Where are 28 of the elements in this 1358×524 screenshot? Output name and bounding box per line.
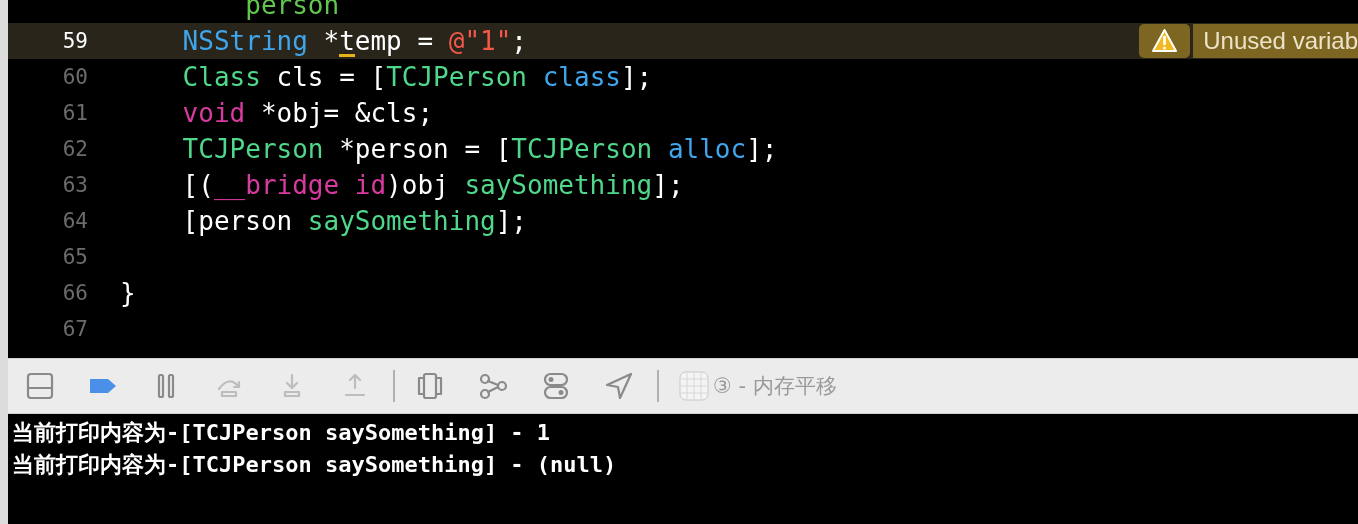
code-line: [(__bridge id)obj saySomething]; xyxy=(181,169,684,202)
warning-icon xyxy=(1139,24,1191,58)
console-line: 当前打印内容为-[TCJPerson saySomething] - 1 xyxy=(12,419,551,447)
warning-message: Unused variab xyxy=(1193,24,1358,58)
code-line: } xyxy=(120,277,136,310)
process-label: ③ - 内存平移 xyxy=(713,373,837,400)
line-number: 64 xyxy=(62,209,88,233)
line-number: 67 xyxy=(62,317,88,341)
line-number: 63 xyxy=(62,173,88,197)
line-number: 59 xyxy=(62,29,88,53)
code-line: Class cls = [TCJPerson class]; xyxy=(181,61,653,94)
code-line: NSString *temp = @"1"; xyxy=(181,25,527,59)
line-number: 65 xyxy=(62,245,88,269)
app-icon xyxy=(679,371,709,401)
code-line: [person saySomething]; xyxy=(181,205,527,238)
line-number: 60 xyxy=(62,65,88,89)
code-line: TCJPerson *person = [TCJPerson alloc]; xyxy=(181,133,778,166)
line-number: 62 xyxy=(62,137,88,161)
console-line: 当前打印内容为-[TCJPerson saySomething] - (null) xyxy=(12,451,617,479)
code-line: void *obj= &cls; xyxy=(181,97,434,130)
location-arrow-icon[interactable] xyxy=(604,371,634,401)
toggle-switches-icon[interactable] xyxy=(541,371,571,401)
line-number: 66 xyxy=(62,281,88,305)
line-number: 61 xyxy=(62,101,88,125)
node-graph-icon[interactable] xyxy=(478,371,508,401)
code-line: person xyxy=(244,0,340,22)
stacked-rectangles-icon[interactable] xyxy=(415,371,445,401)
panel-icon[interactable] xyxy=(25,371,55,401)
